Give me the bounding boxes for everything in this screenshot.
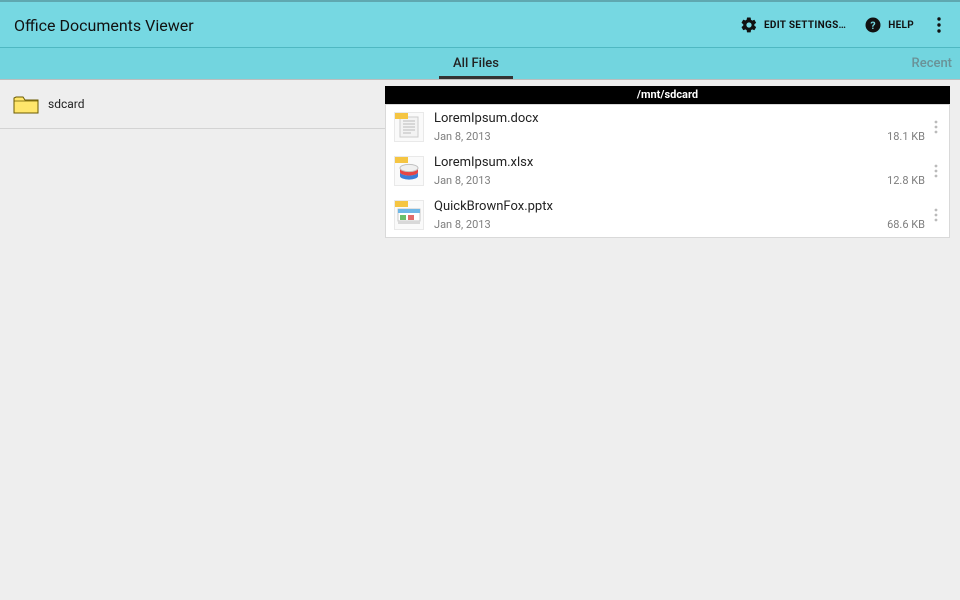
edit-settings-button[interactable]: EDIT SETTINGS… (740, 16, 846, 34)
file-size: 18.1 KB (875, 130, 925, 143)
sidebar-divider (0, 128, 385, 129)
tab-all-files-label: All Files (449, 56, 503, 71)
help-icon: ? (864, 16, 882, 34)
svg-text:?: ? (871, 19, 876, 32)
more-vert-icon (934, 120, 938, 134)
file-icon-pptx (394, 200, 424, 230)
file-date: Jan 8, 2013 (434, 130, 491, 143)
appbar-overflow-button[interactable] (930, 17, 948, 33)
file-row[interactable]: LoremIpsum.docx Jan 8, 2013 18.1 KB (385, 104, 950, 150)
tabbar: All Files Recent (0, 48, 960, 80)
sidebar-folder-sdcard[interactable]: sdcard (0, 88, 385, 120)
gear-icon (740, 16, 758, 34)
sidebar-folder-label: sdcard (48, 97, 85, 111)
help-button[interactable]: ? HELP (864, 16, 914, 34)
path-bar: /mnt/sdcard (385, 86, 950, 104)
app-title: Office Documents Viewer (14, 16, 194, 35)
sidebar: sdcard (0, 80, 385, 600)
file-icon-docx (394, 112, 424, 142)
file-tag-icon (395, 113, 408, 119)
file-row-overflow-button[interactable] (929, 208, 943, 222)
appbar: Office Documents Viewer EDIT SETTINGS… ?… (0, 0, 960, 48)
file-date: Jan 8, 2013 (434, 218, 491, 231)
file-size: 12.8 KB (875, 174, 925, 187)
file-list: LoremIpsum.docx Jan 8, 2013 18.1 KB (385, 104, 950, 238)
more-vert-icon (934, 208, 938, 222)
folder-icon (12, 92, 40, 116)
tab-recent[interactable]: Recent (912, 56, 952, 71)
file-row-overflow-button[interactable] (929, 120, 943, 134)
file-size: 68.6 KB (875, 218, 925, 231)
file-date: Jan 8, 2013 (434, 174, 491, 187)
file-name: QuickBrownFox.pptx (434, 199, 925, 216)
file-name: LoremIpsum.docx (434, 111, 925, 128)
file-row[interactable]: QuickBrownFox.pptx Jan 8, 2013 68.6 KB (385, 193, 950, 238)
content: /mnt/sdcard LoremIpsum.docx (385, 80, 960, 600)
file-icon-xlsx (394, 156, 424, 186)
tab-active-indicator (439, 76, 513, 79)
edit-settings-label: EDIT SETTINGS… (764, 20, 846, 31)
file-tag-icon (395, 201, 408, 207)
file-row-overflow-button[interactable] (929, 164, 943, 178)
more-vert-icon (934, 164, 938, 178)
file-tag-icon (395, 157, 408, 163)
help-label: HELP (888, 20, 914, 31)
tab-all-files[interactable]: All Files (449, 48, 503, 79)
more-vert-icon (937, 17, 941, 33)
main: sdcard /mnt/sdcard (0, 80, 960, 600)
file-row[interactable]: LoremIpsum.xlsx Jan 8, 2013 12.8 KB (385, 149, 950, 194)
file-name: LoremIpsum.xlsx (434, 155, 925, 172)
